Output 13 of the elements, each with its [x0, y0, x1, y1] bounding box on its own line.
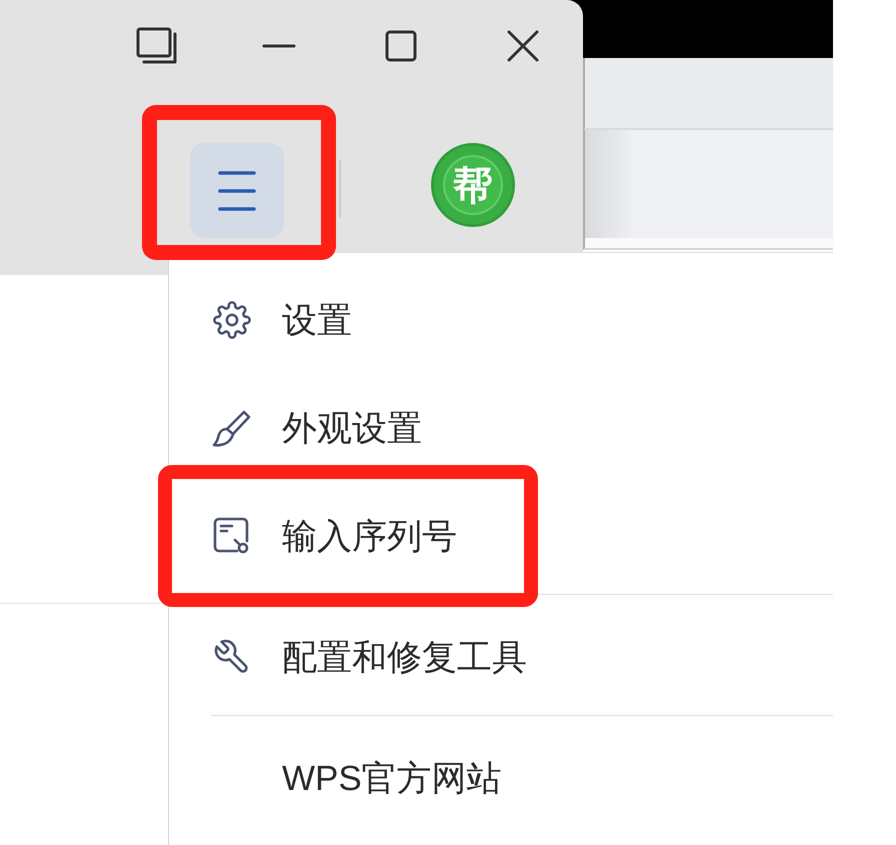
- menu-item[interactable]: 设置: [190, 284, 372, 356]
- close-icon: [507, 30, 539, 62]
- minimize-icon: [262, 44, 296, 48]
- menu-button[interactable]: [190, 143, 284, 238]
- paintbrush-icon: [212, 408, 252, 448]
- menu-item[interactable]: 配置和修复工具: [190, 621, 547, 693]
- maximize-icon: [385, 30, 417, 62]
- menu-icon: [218, 170, 256, 210]
- settings-icon: [212, 300, 252, 340]
- menu-item[interactable]: 外观设置: [190, 392, 442, 464]
- menu-item[interactable]: 输入序列号: [158, 465, 538, 607]
- overlapping-squares-icon: [136, 27, 178, 65]
- menu-link[interactable]: WPS官方网站: [190, 742, 522, 814]
